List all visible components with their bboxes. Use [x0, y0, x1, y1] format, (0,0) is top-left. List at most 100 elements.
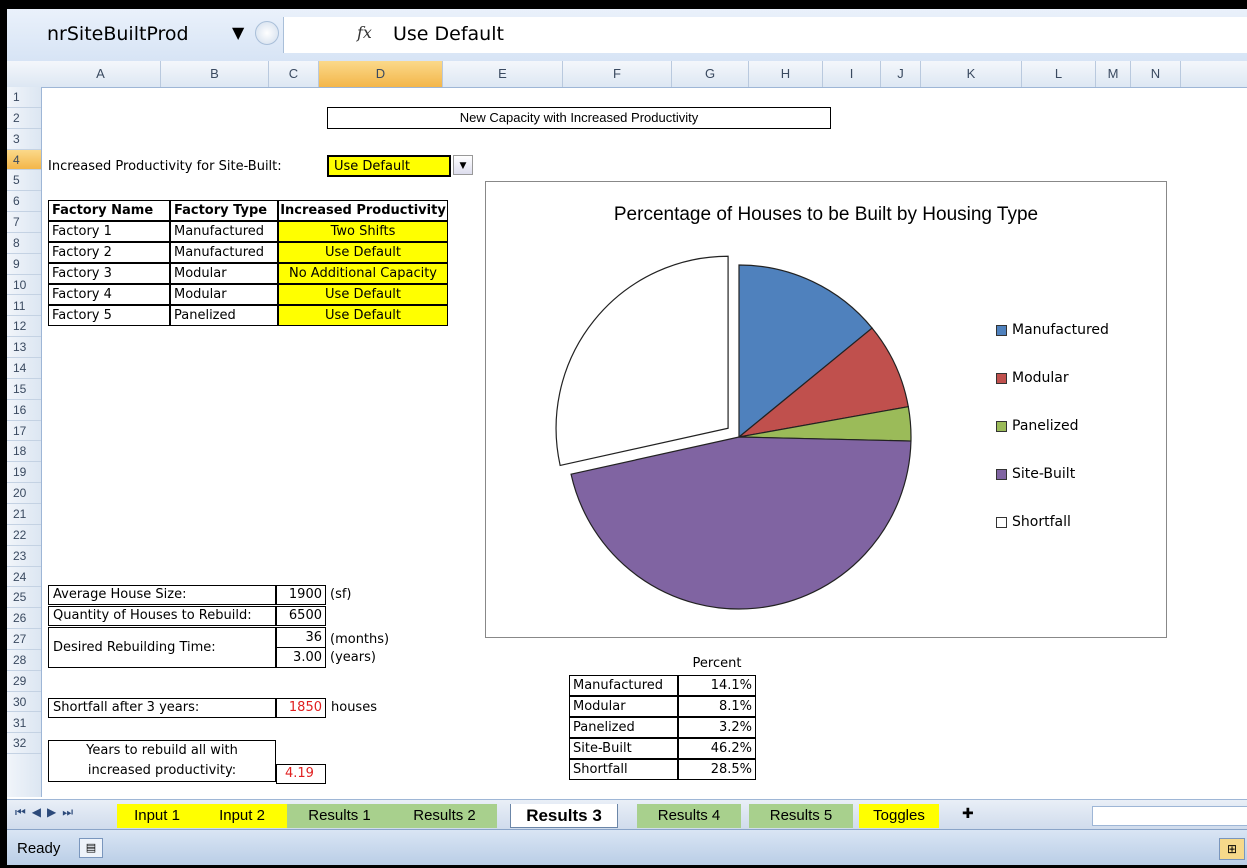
shortfall-unit: houses: [331, 700, 377, 715]
formula-bar: nrSiteBuiltProd ▼ fx Use Default: [7, 9, 1247, 62]
row-header[interactable]: 15: [7, 379, 41, 400]
row-header[interactable]: 14: [7, 358, 41, 379]
row-header[interactable]: 18: [7, 441, 41, 463]
row-header[interactable]: 19: [7, 462, 41, 484]
row-header[interactable]: 6: [7, 191, 41, 213]
column-header[interactable]: F: [563, 61, 672, 87]
column-header[interactable]: I: [823, 61, 881, 87]
factory-name-cell: Factory 1: [48, 221, 170, 242]
row-header[interactable]: 10: [7, 275, 41, 296]
legend-item: Site-Built: [996, 466, 1075, 482]
tab-nav-arrows-icon[interactable]: ⏮◀▶⏭: [15, 805, 79, 820]
percent-value-cell: 28.5%: [678, 759, 756, 780]
row-header[interactable]: 5: [7, 170, 41, 192]
column-header[interactable]: B: [161, 61, 269, 87]
sheet-tab[interactable]: Toggles: [859, 804, 939, 828]
row-header[interactable]: 23: [7, 546, 41, 567]
avg-size-value[interactable]: 1900: [276, 585, 326, 605]
productivity-select-cell[interactable]: Use Default: [278, 242, 448, 263]
insert-function-icon[interactable]: fx: [357, 23, 372, 42]
factory-type-cell: Manufactured: [170, 221, 278, 242]
insert-sheet-icon[interactable]: ✚: [962, 806, 974, 822]
years-rebuild-label-2: increased productivity:: [48, 761, 276, 782]
row-header[interactable]: 12: [7, 316, 41, 338]
sheet-tab[interactable]: Input 1: [117, 804, 197, 828]
pie-slice-shortfall[interactable]: [555, 255, 729, 467]
row-header[interactable]: 16: [7, 400, 41, 421]
column-header[interactable]: H: [749, 61, 823, 87]
row-header[interactable]: 32: [7, 733, 41, 755]
productivity-select-cell[interactable]: Two Shifts: [278, 221, 448, 242]
column-header[interactable]: K: [921, 61, 1022, 87]
row-header[interactable]: 29: [7, 671, 41, 692]
legend-label: Site-Built: [1012, 466, 1076, 482]
time-label: Desired Rebuilding Time:: [48, 627, 276, 668]
sheet-tab[interactable]: Input 2: [197, 804, 287, 828]
row-header[interactable]: 2: [7, 108, 41, 129]
column-header[interactable]: G: [672, 61, 749, 87]
row-header[interactable]: 25: [7, 587, 41, 609]
row-header[interactable]: 27: [7, 629, 41, 650]
sheet-tab[interactable]: Results 2: [392, 804, 497, 828]
years-rebuild-value: 4.19: [276, 764, 326, 784]
name-box[interactable]: nrSiteBuiltProd: [47, 23, 189, 45]
macro-record-icon[interactable]: ▤: [79, 838, 103, 858]
column-header[interactable]: D: [319, 61, 443, 87]
shortfall-value: 1850: [276, 698, 326, 718]
row-header[interactable]: 9: [7, 254, 41, 275]
legend-item: Modular: [996, 370, 1069, 386]
column-header[interactable]: C: [269, 61, 319, 87]
column-header[interactable]: N: [1131, 61, 1181, 87]
row-header[interactable]: 22: [7, 525, 41, 546]
row-header[interactable]: 28: [7, 650, 41, 671]
time-months-value[interactable]: 36: [276, 627, 326, 648]
productivity-select-cell[interactable]: No Additional Capacity: [278, 263, 448, 284]
excel-window: nrSiteBuiltProd ▼ fx Use Default ABCDEFG…: [7, 9, 1247, 865]
row-header[interactable]: 1: [7, 87, 41, 108]
factory-type-cell: Manufactured: [170, 242, 278, 263]
dropdown-arrow-icon[interactable]: ▼: [453, 155, 473, 175]
row-header[interactable]: 17: [7, 421, 41, 442]
productivity-select-cell[interactable]: Use Default: [278, 305, 448, 326]
normal-view-icon[interactable]: ⊞: [1219, 838, 1245, 860]
legend-swatch: [996, 516, 1007, 528]
sheet-tab[interactable]: Results 1: [287, 804, 392, 828]
sheet-tab[interactable]: Results 4: [637, 804, 741, 828]
years-unit: (years): [330, 650, 376, 665]
name-box-dropdown-icon[interactable]: ▼: [232, 23, 244, 42]
factory-name-cell: Factory 2: [48, 242, 170, 263]
row-header[interactable]: 13: [7, 337, 41, 359]
pie-slice-site-built[interactable]: [570, 436, 912, 610]
horizontal-scrollbar[interactable]: [1092, 806, 1247, 826]
formula-input[interactable]: Use Default: [393, 23, 504, 45]
site-built-select[interactable]: Use Default: [327, 155, 451, 177]
sheet-tab[interactable]: Results 3: [510, 804, 618, 828]
avg-size-label: Average House Size:: [48, 585, 276, 605]
row-header[interactable]: 11: [7, 296, 41, 317]
column-header[interactable]: E: [443, 61, 563, 87]
avg-size-unit: (sf): [330, 587, 352, 602]
sheet-tab[interactable]: Results 5: [749, 804, 853, 828]
row-header[interactable]: 26: [7, 608, 41, 630]
qty-value[interactable]: 6500: [276, 606, 326, 626]
row-header[interactable]: 31: [7, 713, 41, 734]
legend-swatch: [996, 468, 1007, 480]
row-header[interactable]: 21: [7, 504, 41, 525]
column-header[interactable]: L: [1022, 61, 1096, 87]
cancel-circle-icon: [255, 21, 279, 45]
sheet-title: New Capacity with Increased Productivity: [327, 107, 831, 129]
row-header[interactable]: 20: [7, 483, 41, 504]
row-header[interactable]: 8: [7, 233, 41, 254]
row-header[interactable]: 3: [7, 129, 41, 150]
column-header[interactable]: J: [881, 61, 921, 87]
legend-item: Shortfall: [996, 514, 1071, 530]
row-header[interactable]: 7: [7, 212, 41, 233]
column-header[interactable]: M: [1096, 61, 1131, 87]
row-headers: 1 2 3 4 5 6 7 8 9 10 11 12 13 14 15 16 17 18 19 20 21 22 23 24 2…: [7, 87, 42, 797]
row-header[interactable]: 24: [7, 567, 41, 588]
pie-chart[interactable]: Percentage of Houses to be Built by Hous…: [485, 181, 1167, 638]
productivity-select-cell[interactable]: Use Default: [278, 284, 448, 305]
row-header[interactable]: 30: [7, 692, 41, 713]
row-header[interactable]: 4: [7, 149, 41, 171]
column-header[interactable]: A: [41, 61, 161, 87]
